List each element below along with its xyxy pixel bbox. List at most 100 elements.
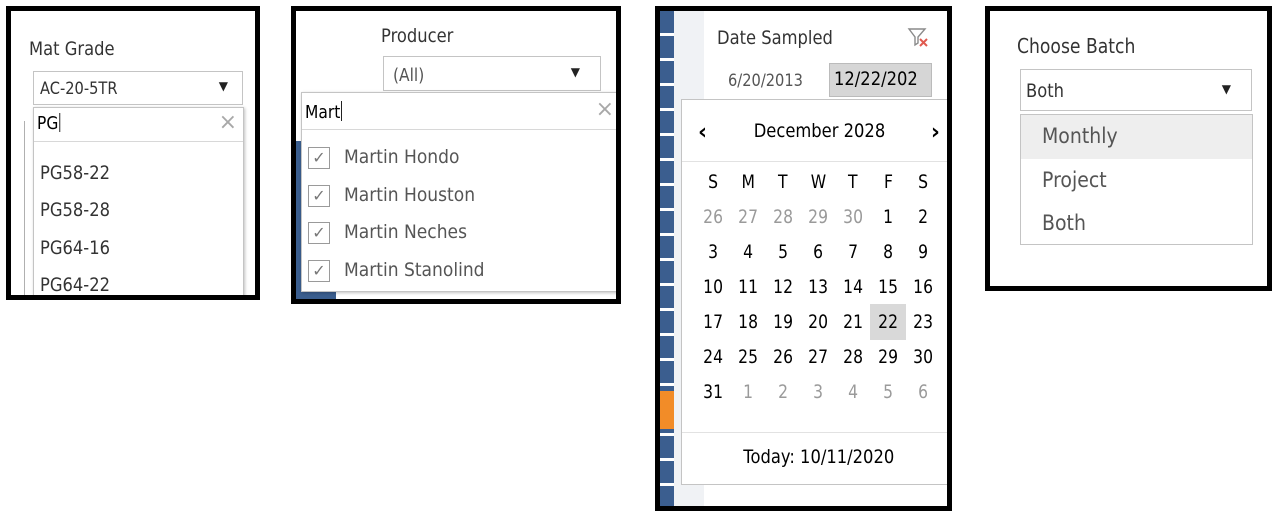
text-cursor xyxy=(341,101,343,121)
calendar-day[interactable]: 11 xyxy=(730,269,766,305)
dropdown-arrow-icon[interactable]: ▼ xyxy=(571,65,580,79)
calendar-day[interactable]: 13 xyxy=(800,269,836,305)
mat-grade-option[interactable]: PG58-22 xyxy=(40,162,110,184)
choose-batch-filter-panel: Choose Batch Both ▼ Monthly Project Both xyxy=(985,6,1272,291)
calendar-day[interactable]: 18 xyxy=(730,304,766,340)
weekday-header: T xyxy=(848,171,858,193)
calendar-day[interactable]: 27 xyxy=(730,199,766,235)
calendar-day[interactable]: 26 xyxy=(765,339,801,375)
mat-grade-dropdown-menu: PG × PG58-22 PG58-28 PG64-16 PG64-22 xyxy=(33,107,244,295)
checkbox-checked-icon[interactable]: ✓ xyxy=(308,185,330,207)
clear-filter-icon[interactable] xyxy=(907,26,929,48)
background-orange-marker xyxy=(660,391,674,429)
calendar-day[interactable]: 10 xyxy=(695,269,731,305)
today-label[interactable]: Today: 10/11/2020 xyxy=(682,446,947,468)
divider xyxy=(682,432,947,433)
producer-search-text: Mart xyxy=(305,102,341,123)
mat-grade-option[interactable]: PG64-22 xyxy=(40,274,110,295)
calendar-day[interactable]: 1 xyxy=(730,374,766,410)
producer-option-label: Martin Houston xyxy=(344,184,476,206)
end-date-input[interactable]: 12/22/202 xyxy=(829,63,932,97)
calendar-month-label: December 2028 xyxy=(753,120,885,142)
choose-batch-option[interactable]: Both xyxy=(1021,202,1252,246)
choose-batch-option[interactable]: Monthly xyxy=(1021,115,1252,159)
calendar-day[interactable]: 27 xyxy=(800,339,836,375)
mat-grade-option[interactable]: PG58-28 xyxy=(40,199,110,221)
calendar-day[interactable]: 16 xyxy=(905,269,941,305)
producer-title: Producer xyxy=(381,25,454,47)
weekday-header: W xyxy=(810,171,826,193)
producer-filter-panel: Producer (All) ▼ Mart × ✓ Martin Hondo ✓… xyxy=(291,6,621,304)
calendar-day[interactable]: 7 xyxy=(835,234,871,270)
calendar-day[interactable]: 14 xyxy=(835,269,871,305)
dropdown-arrow-icon[interactable]: ▼ xyxy=(219,79,228,93)
producer-option-label: Martin Hondo xyxy=(344,146,460,168)
mat-grade-option[interactable]: PG64-16 xyxy=(40,237,110,259)
calendar-day[interactable]: 23 xyxy=(905,304,941,340)
choose-batch-dropdown-menu: Monthly Project Both xyxy=(1020,114,1253,245)
background-stripe-ticks xyxy=(660,11,674,506)
producer-dropdown-menu: Mart × ✓ Martin Hondo ✓ Martin Houston ✓… xyxy=(301,92,616,292)
calendar-day[interactable]: 20 xyxy=(800,304,836,340)
calendar-day[interactable]: 12 xyxy=(765,269,801,305)
calendar-day[interactable]: 1 xyxy=(870,199,906,235)
producer-select[interactable]: (All) ▼ xyxy=(383,56,601,91)
choose-batch-selected-value: Both xyxy=(1026,80,1064,102)
date-sampled-title: Date Sampled xyxy=(717,27,833,49)
producer-option-label: Martin Neches xyxy=(344,221,467,243)
calendar-day[interactable]: 6 xyxy=(905,374,941,410)
calendar-day[interactable]: 15 xyxy=(870,269,906,305)
producer-option-label: Martin Stanolind xyxy=(344,259,485,281)
weekday-header: F xyxy=(883,171,893,193)
calendar-day[interactable]: 17 xyxy=(695,304,731,340)
date-sampled-filter-panel: Date Sampled 6/20/2013 12/22/202 ‹ Decem… xyxy=(655,6,952,511)
producer-search-input[interactable]: Mart × xyxy=(302,93,616,130)
calendar-day[interactable]: 5 xyxy=(870,374,906,410)
mat-grade-select[interactable]: AC-20-5TR ▼ xyxy=(33,71,243,105)
calendar-popup: ‹ December 2028 › S M T W T F S 26 27 28 29 30 1 2 3 4 5… xyxy=(681,99,947,485)
clear-search-icon[interactable]: × xyxy=(596,97,614,122)
calendar-day[interactable]: 25 xyxy=(730,339,766,375)
mat-grade-search-input[interactable]: PG × xyxy=(34,108,243,142)
checkbox-checked-icon[interactable]: ✓ xyxy=(308,147,330,169)
calendar-day[interactable]: 24 xyxy=(695,339,731,375)
calendar-day[interactable]: 31 xyxy=(695,374,731,410)
calendar-day[interactable]: 6 xyxy=(800,234,836,270)
calendar-day[interactable]: 9 xyxy=(905,234,941,270)
divider xyxy=(682,161,947,162)
text-cursor xyxy=(59,113,61,132)
mat-grade-search-text: PG xyxy=(37,113,59,134)
calendar-day[interactable]: 21 xyxy=(835,304,871,340)
dropdown-arrow-icon[interactable]: ▼ xyxy=(1222,82,1231,96)
clear-search-icon[interactable]: × xyxy=(219,110,237,135)
calendar-day[interactable]: 30 xyxy=(835,199,871,235)
mat-grade-filter-panel: Mat Grade AC-20-5TR ▼ PG × PG58-22 PG58-… xyxy=(6,6,260,300)
calendar-day[interactable]: 4 xyxy=(730,234,766,270)
mat-grade-title: Mat Grade xyxy=(29,38,115,60)
weekday-header: S xyxy=(918,171,928,193)
calendar-day[interactable]: 3 xyxy=(800,374,836,410)
calendar-day[interactable]: 29 xyxy=(800,199,836,235)
calendar-day[interactable]: 29 xyxy=(870,339,906,375)
end-date-value: 12/22/202 xyxy=(834,68,918,90)
calendar-day[interactable]: 28 xyxy=(835,339,871,375)
calendar-day[interactable]: 28 xyxy=(765,199,801,235)
calendar-day[interactable]: 4 xyxy=(835,374,871,410)
calendar-day[interactable]: 19 xyxy=(765,304,801,340)
choose-batch-select[interactable]: Both ▼ xyxy=(1020,69,1252,111)
checkbox-checked-icon[interactable]: ✓ xyxy=(308,222,330,244)
calendar-day[interactable]: 30 xyxy=(905,339,941,375)
calendar-day[interactable]: 2 xyxy=(765,374,801,410)
calendar-day[interactable]: 3 xyxy=(695,234,731,270)
weekday-header: S xyxy=(708,171,718,193)
checkbox-checked-icon[interactable]: ✓ xyxy=(308,260,330,282)
calendar-day[interactable]: 8 xyxy=(870,234,906,270)
calendar-day[interactable]: 2 xyxy=(905,199,941,235)
mat-grade-selected-value: AC-20-5TR xyxy=(40,79,118,99)
start-date-input[interactable]: 6/20/2013 xyxy=(728,71,803,91)
calendar-day[interactable]: 5 xyxy=(765,234,801,270)
next-month-icon[interactable]: › xyxy=(931,120,940,145)
choose-batch-option[interactable]: Project xyxy=(1021,159,1252,203)
calendar-day-selected[interactable]: 22 xyxy=(870,304,906,340)
calendar-day[interactable]: 26 xyxy=(695,199,731,235)
